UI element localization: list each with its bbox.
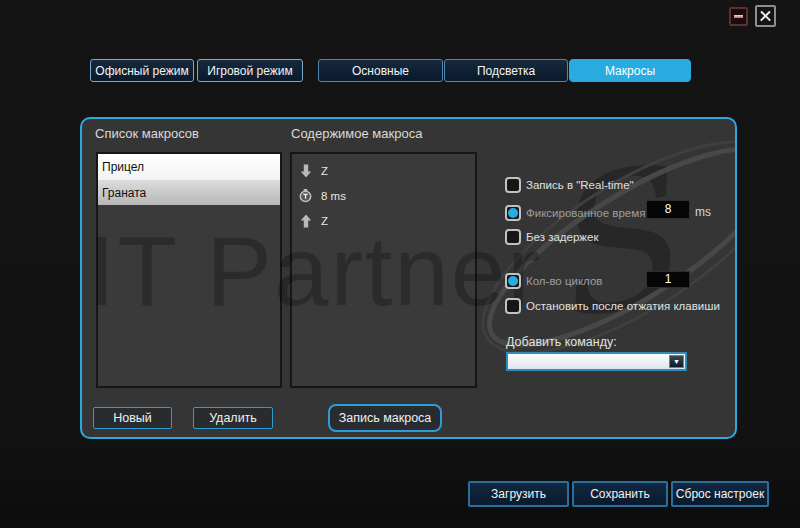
load-button[interactable]: Загрузить <box>468 481 569 507</box>
tab-basic[interactable]: Основные <box>318 59 443 82</box>
macro-step[interactable]: Z <box>292 158 475 183</box>
tab-macros[interactable]: Макросы <box>569 59 691 82</box>
minimize-button[interactable] <box>729 7 748 26</box>
list-item[interactable]: Прицел <box>98 154 280 180</box>
minimize-icon <box>734 15 743 18</box>
delay-icon <box>299 188 312 203</box>
realtime-checkbox[interactable] <box>505 177 521 193</box>
stop-on-release-label: Остановить после отжатия клавиши <box>526 300 720 312</box>
cycles-radio[interactable] <box>505 273 521 289</box>
macro-step[interactable]: Z <box>292 208 475 233</box>
cycles-input[interactable]: 1 <box>646 271 690 288</box>
save-button[interactable]: Сохранить <box>572 481 668 507</box>
fixed-time-radio[interactable] <box>505 205 521 221</box>
macro-content-list[interactable]: Z 8 ms Z <box>290 152 477 388</box>
macro-step[interactable]: 8 ms <box>292 183 475 208</box>
record-macro-button[interactable]: Запись макроса <box>328 404 442 432</box>
new-macro-button[interactable]: Новый <box>93 407 172 429</box>
macro-list[interactable]: Прицел Граната <box>96 152 282 388</box>
key-up-icon <box>299 213 312 228</box>
tab-office-mode[interactable]: Офисный режим <box>90 59 194 82</box>
add-command-label: Добавить команду: <box>506 335 617 349</box>
macros-panel: S IT Partner Список макросов Содержимое … <box>80 117 737 439</box>
key-down-icon <box>299 163 312 178</box>
macro-content-title: Содержимое макроса <box>291 126 422 141</box>
reset-settings-button[interactable]: Сброс настроек <box>671 481 769 507</box>
fixed-time-label: Фиксированное время <box>526 207 645 219</box>
stop-on-release-checkbox[interactable] <box>505 298 521 314</box>
no-delay-checkbox[interactable] <box>505 229 521 245</box>
realtime-label: Запись в "Real-time" <box>526 179 634 191</box>
delete-macro-button[interactable]: Удалить <box>193 407 273 429</box>
chevron-down-icon[interactable]: ▼ <box>669 355 684 368</box>
fixed-time-input[interactable]: 8 <box>646 200 690 219</box>
tab-game-mode[interactable]: Игровой режим <box>197 59 303 82</box>
no-delay-label: Без задержек <box>526 231 598 243</box>
dropdown-value <box>508 354 668 369</box>
close-button[interactable] <box>755 5 776 27</box>
list-item-selected[interactable]: Граната <box>98 180 280 205</box>
macro-step-text: 8 ms <box>321 190 346 202</box>
macro-step-text: Z <box>321 215 328 227</box>
macro-list-title: Список макросов <box>95 126 199 141</box>
tab-backlight[interactable]: Подсветка <box>444 59 568 82</box>
ms-unit-label: ms <box>695 205 711 219</box>
cycles-label: Кол-во циклов <box>526 275 602 287</box>
add-command-dropdown[interactable]: ▼ <box>506 352 687 371</box>
macro-step-text: Z <box>321 165 328 177</box>
